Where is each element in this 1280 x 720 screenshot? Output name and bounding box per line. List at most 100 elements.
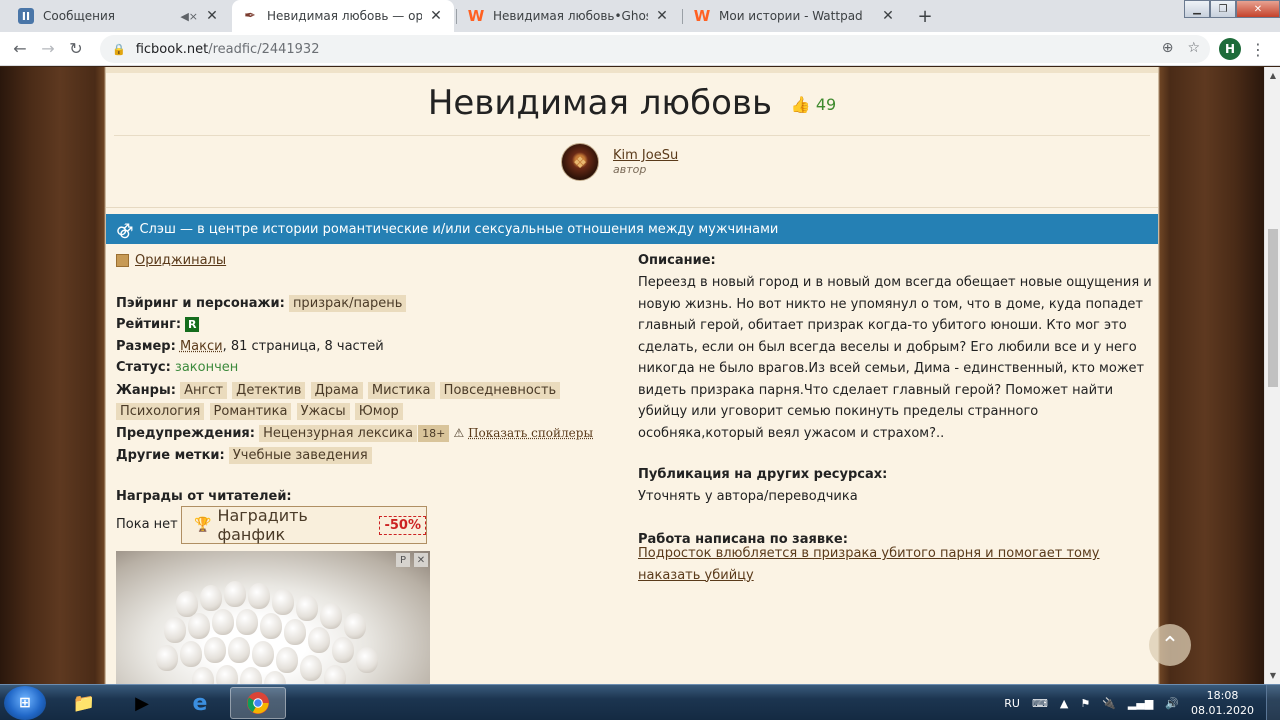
tab-ficbook[interactable]: ✒ Невидимая любовь — ориджинал ✕ (232, 0, 454, 32)
tab-title: Сообщения (43, 9, 116, 23)
rating-label: Рейтинг: (116, 317, 182, 332)
page-viewport: Невидимая любовь 👍 49 ❖ Kim JoeSu автор … (0, 67, 1264, 684)
other-tags-row: Другие метки: Учебные заведения (116, 447, 373, 464)
minimize-button[interactable]: ▁ (1184, 0, 1210, 18)
maximize-button[interactable]: ❐ (1210, 0, 1236, 18)
status-value: закончен (174, 360, 239, 375)
profile-avatar[interactable]: H (1219, 38, 1241, 60)
tab-wattpad-ghost[interactable]: W Невидимая любовь•Ghost - Гла ✕ (458, 0, 680, 32)
address-bar[interactable]: 🔒 ficbook.net/readfic/2441932 ⊕ ☆ (100, 35, 1210, 63)
pairing-tag[interactable]: призрак/парень (288, 295, 407, 312)
close-icon[interactable]: ✕ (428, 8, 444, 24)
pairing-label: Пэйринг и персонажи: (116, 296, 285, 311)
lock-icon[interactable]: 🔒 (112, 43, 126, 56)
age-badge: 18+ (418, 425, 450, 442)
clock-time: 18:08 (1206, 689, 1239, 702)
keyboard-icon[interactable]: ⌨ (1032, 697, 1048, 710)
genre-tag[interactable]: Романтика (209, 403, 292, 420)
speaker-muted-icon[interactable]: ◀× (180, 10, 198, 23)
forward-button[interactable]: → (34, 35, 62, 63)
fandom-row: Ориджиналы (116, 253, 226, 268)
genre-tag[interactable]: Ужасы (296, 403, 350, 420)
flag-icon[interactable]: ⚑ (1080, 697, 1090, 710)
warning-tag[interactable]: Нецензурная лексика (259, 425, 418, 442)
author-block: ❖ Kim JoeSu автор (561, 143, 678, 181)
tab-wattpad-stories[interactable]: W Мои истории - Wattpad ✕ (684, 0, 906, 32)
awards-none: Пока нет (116, 517, 178, 532)
other-tags-label: Другие метки: (116, 448, 225, 463)
tab-strip: II Сообщения ◀× ✕ ✒ Невидимая любовь — о… (0, 0, 1280, 32)
request-link[interactable]: Подросток влюбляется в призрака убитого … (638, 543, 1108, 586)
chrome-icon[interactable] (230, 687, 286, 719)
other-tag[interactable]: Учебные заведения (228, 447, 372, 464)
close-icon[interactable]: ✕ (880, 8, 896, 24)
genre-tag[interactable]: Юмор (354, 403, 403, 420)
scroll-thumb[interactable] (1268, 229, 1278, 387)
genre-tag[interactable]: Драма (310, 382, 363, 399)
thumbs-up-icon: 👍 (790, 95, 811, 114)
signal-icon[interactable]: ▂▄▆ (1128, 697, 1153, 710)
scroll-to-top-button[interactable]: ⌃ (1149, 624, 1191, 666)
new-tab-button[interactable]: + (913, 4, 937, 28)
show-spoilers-link[interactable]: Показать спойлеры (468, 426, 593, 440)
genre-tag[interactable]: Психология (116, 403, 205, 420)
likes-counter[interactable]: 👍 49 (791, 95, 836, 114)
page-scrollbar[interactable]: ▲ ▼ (1264, 67, 1280, 684)
close-icon[interactable]: ✕ (204, 8, 220, 24)
internet-explorer-icon[interactable]: e (172, 687, 228, 719)
tab-messages[interactable]: II Сообщения ◀× ✕ (8, 0, 230, 32)
language-indicator[interactable]: RU (1004, 697, 1020, 710)
author-avatar[interactable]: ❖ (561, 143, 599, 181)
size-label: Размер: (116, 339, 176, 354)
tab-separator (456, 9, 457, 24)
description-label: Описание: (638, 253, 716, 268)
genres-label: Жанры: (116, 383, 176, 398)
warnings-label: Предупреждения: (116, 426, 255, 441)
award-button-label: Наградить фанфик (217, 506, 308, 544)
author-role: автор (613, 163, 647, 176)
award-button[interactable]: 🏆 Наградить фанфик -50% (181, 506, 427, 544)
genre-tag[interactable]: Ангст (180, 382, 228, 399)
tab-title: Мои истории - Wattpad (719, 9, 863, 23)
explorer-folder-icon[interactable]: 📁 (56, 687, 112, 719)
description-text: Переезд в новый город и в новый дом всег… (638, 275, 1152, 441)
reload-button[interactable]: ↻ (62, 35, 90, 63)
url-path: /readfic/2441932 (208, 41, 320, 57)
fanfic-card: Невидимая любовь 👍 49 ❖ Kim JoeSu автор … (106, 73, 1158, 684)
menu-dots-icon[interactable]: ⋮ (1250, 38, 1266, 60)
fic-title-text: Невидимая любовь (427, 83, 772, 123)
slash-gender-icon: ⚣ (116, 219, 134, 239)
genre-tag[interactable]: Мистика (367, 382, 435, 399)
advertisement[interactable]: P ✕ (116, 551, 430, 684)
power-icon[interactable]: 🔌 (1102, 697, 1116, 710)
show-desktop-button[interactable] (1266, 685, 1280, 720)
fic-title: Невидимая любовь 👍 49 (106, 83, 1158, 123)
genre-tag[interactable]: Детектив (232, 382, 306, 399)
back-button[interactable]: ← (6, 35, 34, 63)
tray-expand-icon[interactable]: ▲ (1060, 697, 1068, 710)
status-label: Статус: (116, 360, 171, 375)
direction-text: Слэш — в центре истории романтические и/… (139, 221, 779, 237)
scroll-up-arrow-icon[interactable]: ▲ (1265, 67, 1280, 84)
size-link[interactable]: Макси (180, 339, 223, 354)
divider (114, 135, 1150, 136)
add-icon[interactable]: ⊕ (1162, 40, 1174, 56)
media-player-icon[interactable]: ▶ (114, 687, 170, 719)
clock[interactable]: 18:08 08.01.2020 (1191, 688, 1254, 718)
fandom-link[interactable]: Ориджиналы (135, 253, 226, 268)
bookmark-star-icon[interactable]: ☆ (1187, 40, 1200, 56)
ad-close-icon[interactable]: ✕ (414, 553, 428, 567)
start-button[interactable]: ⊞ (4, 686, 46, 720)
windows-taskbar: ⊞ 📁 ▶ e RU ⌨ ▲ ⚑ 🔌 ▂▄▆ 🔊 18:08 08.01.202… (0, 684, 1280, 720)
tab-title: Невидимая любовь•Ghost - Гла (493, 9, 648, 23)
rating-badge[interactable]: R (185, 317, 200, 332)
ad-info-icon[interactable]: P (396, 553, 410, 567)
window-close-button[interactable]: ✕ (1236, 0, 1280, 18)
publication-label: Публикация на других ресурсах: (638, 467, 888, 482)
genre-tag[interactable]: Повседневность (439, 382, 561, 399)
scroll-down-arrow-icon[interactable]: ▼ (1265, 667, 1280, 684)
author-link[interactable]: Kim JoeSu (613, 148, 678, 163)
close-icon[interactable]: ✕ (654, 8, 670, 24)
volume-icon[interactable]: 🔊 (1165, 697, 1179, 710)
awards-label: Награды от читателей: (116, 489, 292, 504)
